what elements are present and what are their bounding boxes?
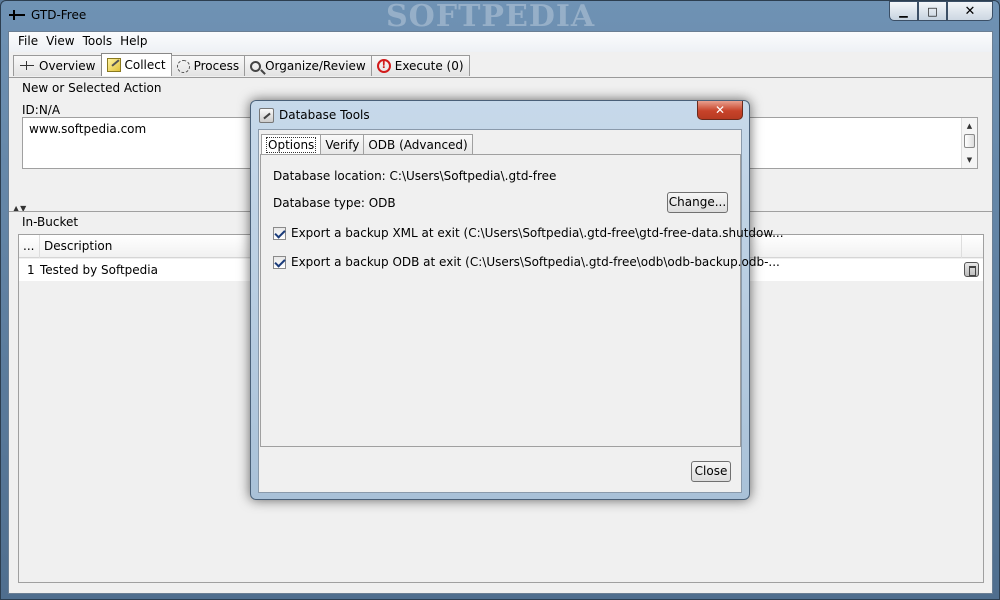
- tab-options[interactable]: Options: [261, 134, 322, 155]
- organize-icon: [250, 60, 262, 72]
- row-number: 1: [27, 263, 35, 277]
- tab-execute[interactable]: ! Execute (0): [370, 55, 470, 76]
- collect-icon: [106, 58, 121, 72]
- close-dialog-button[interactable]: Close: [691, 461, 731, 482]
- caption-buttons: ▁ □ ✕: [889, 1, 993, 21]
- tab-organize-review[interactable]: Organize/Review: [244, 55, 372, 76]
- menu-view[interactable]: View: [42, 32, 78, 52]
- section-title-action: New or Selected Action: [22, 81, 162, 95]
- action-text-value: www.softpedia.com: [29, 122, 147, 136]
- export-odb-label: Export a backup ODB at exit (C:\Users\So…: [291, 255, 780, 269]
- id-label: ID:N/A: [22, 103, 61, 117]
- checkbox-checked-icon[interactable]: [273, 255, 286, 269]
- change-button[interactable]: Change...: [667, 192, 728, 213]
- dialog-tabs: Options Verify ODB (Advanced): [261, 134, 473, 155]
- dialog-app-icon: [259, 108, 274, 123]
- section-title-inbucket: In-Bucket: [22, 215, 79, 229]
- menu-help[interactable]: Help: [116, 32, 151, 52]
- db-type-label: Database type: ODB: [273, 196, 396, 210]
- scroll-thumb[interactable]: [964, 134, 975, 148]
- tab-verify[interactable]: Verify: [320, 134, 365, 155]
- tab-label: Execute (0): [394, 59, 464, 73]
- options-panel: Database location: C:\Users\Softpedia\.g…: [260, 154, 784, 447]
- app-icon: [9, 10, 25, 20]
- tab-panel-border: [9, 77, 992, 78]
- overview-icon: [19, 58, 35, 74]
- tab-label: Organize/Review: [265, 59, 366, 73]
- dialog-title: Database Tools: [279, 108, 370, 122]
- database-tools-dialog: Database Tools ✕ Options Verify ODB (Adv…: [250, 100, 784, 500]
- tab-verify-label: Verify: [325, 138, 360, 152]
- trash-icon[interactable]: [964, 262, 979, 277]
- text-scrollbar[interactable]: ▲ ▼: [961, 118, 977, 168]
- export-xml-label: Export a backup XML at exit (C:\Users\So…: [291, 226, 784, 240]
- watermark: SOFTPEDIA: [386, 0, 596, 34]
- menu-file[interactable]: File: [14, 32, 42, 52]
- tab-odb-advanced[interactable]: ODB (Advanced): [363, 134, 473, 155]
- tab-odb-label: ODB (Advanced): [368, 138, 468, 152]
- tab-process[interactable]: Process: [170, 55, 246, 76]
- main-tabs: Overview Collect Process Organize/Review…: [13, 53, 470, 76]
- dialog-client-area: Options Verify ODB (Advanced) Database l…: [258, 129, 784, 493]
- row-description: Tested by Softpedia: [40, 263, 158, 277]
- close-button[interactable]: ✕: [947, 1, 993, 21]
- menu-tools[interactable]: Tools: [79, 32, 117, 52]
- process-icon: [176, 59, 190, 73]
- menu-bar: File View Tools Help: [9, 32, 992, 52]
- tab-label: Collect: [124, 58, 166, 72]
- column-header-index[interactable]: ...: [19, 235, 40, 258]
- scroll-down-icon[interactable]: ▼: [962, 154, 977, 166]
- title-bar[interactable]: GTD-Free SOFTPEDIA ▁ □ ✕: [1, 0, 999, 34]
- tab-overview[interactable]: Overview: [13, 55, 102, 76]
- tab-label: Process: [193, 59, 240, 73]
- tab-collect[interactable]: Collect: [100, 53, 172, 76]
- checkbox-checked-icon[interactable]: [273, 226, 286, 240]
- minimize-button[interactable]: ▁: [889, 1, 918, 21]
- export-xml-checkbox[interactable]: Export a backup XML at exit (C:\Users\So…: [273, 226, 784, 240]
- db-location-label: Database location: C:\Users\Softpedia\.g…: [273, 169, 557, 183]
- tab-options-label: Options: [266, 137, 317, 153]
- window-title: GTD-Free: [31, 8, 87, 22]
- maximize-button[interactable]: □: [918, 1, 947, 21]
- execute-icon: !: [376, 59, 391, 73]
- tab-label: Overview: [39, 59, 96, 73]
- scroll-up-icon[interactable]: ▲: [962, 120, 977, 132]
- dialog-close-button[interactable]: ✕: [697, 101, 743, 120]
- export-odb-checkbox[interactable]: Export a backup ODB at exit (C:\Users\So…: [273, 255, 780, 269]
